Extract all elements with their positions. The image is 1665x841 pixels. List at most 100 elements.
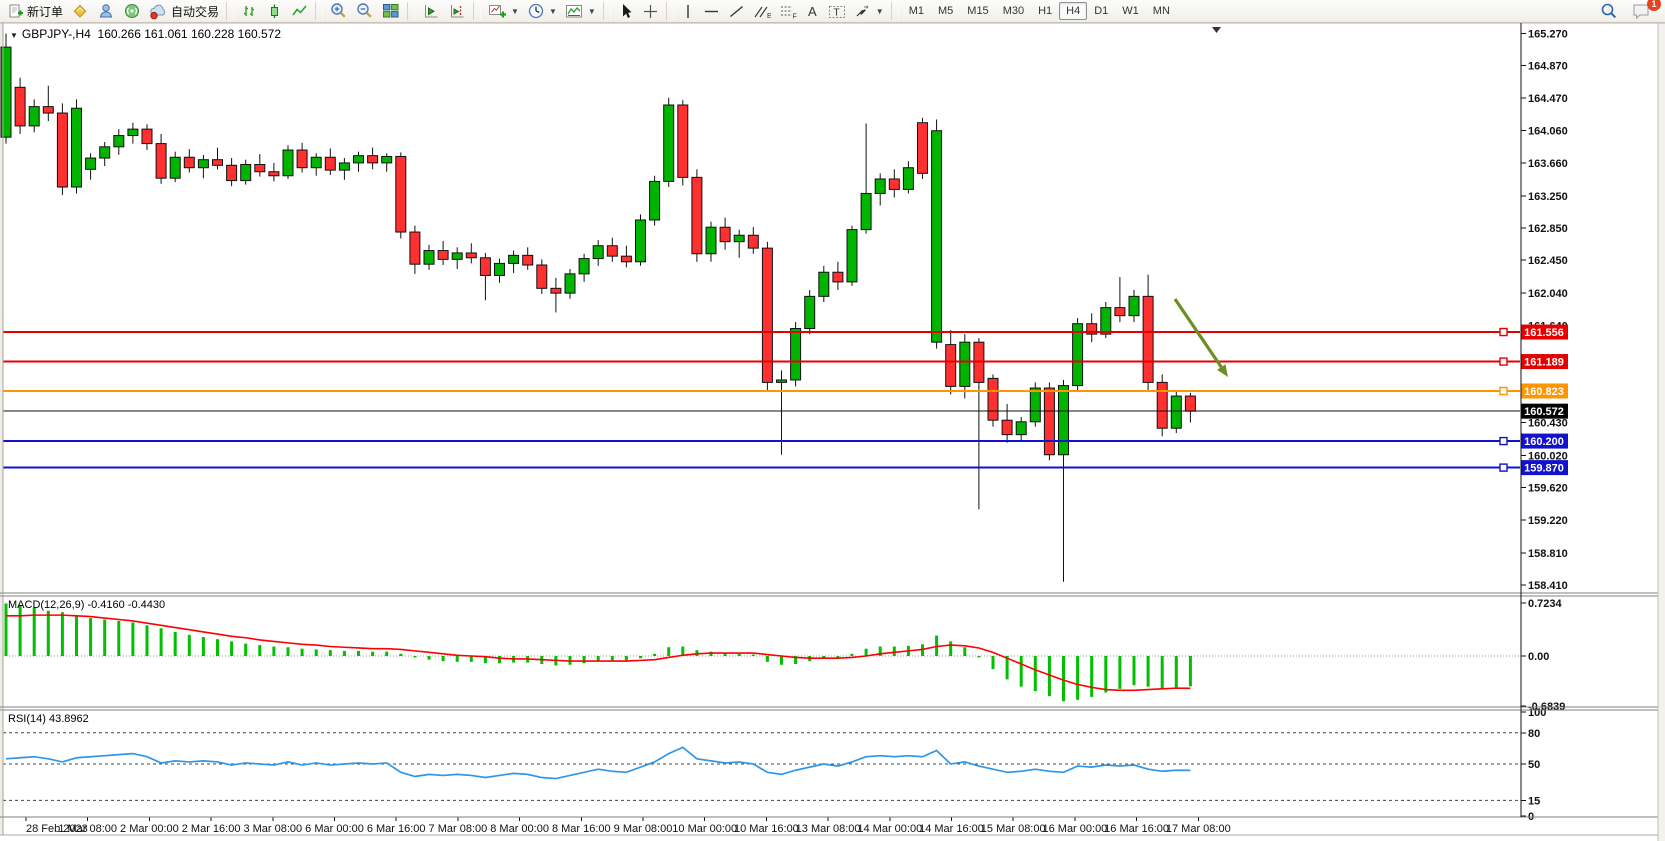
svg-text:50: 50 bbox=[1528, 759, 1540, 771]
arrows-tool[interactable]: ▼ bbox=[850, 1, 888, 21]
timeframe-m30[interactable]: M30 bbox=[996, 2, 1031, 20]
horizontal-line-tool[interactable] bbox=[699, 1, 724, 21]
text-tool[interactable]: A bbox=[801, 1, 824, 21]
svg-text:163.660: 163.660 bbox=[1528, 158, 1568, 170]
chart-title: ▼GBPJPY-,H4 160.266 161.061 160.228 160.… bbox=[10, 27, 281, 41]
timeframe-w1[interactable]: W1 bbox=[1115, 2, 1146, 20]
metaquotes-button[interactable] bbox=[67, 1, 93, 21]
dropdown-caret: ▼ bbox=[511, 7, 519, 16]
chat-button[interactable]: 1 bbox=[1628, 1, 1655, 21]
cursor-tool-button[interactable] bbox=[614, 1, 638, 21]
chart-window[interactable]: 165.270164.870164.470164.060163.660163.2… bbox=[0, 23, 1665, 841]
label-tool[interactable]: T bbox=[824, 1, 850, 21]
auto-trading-button[interactable]: 自动交易 bbox=[145, 1, 223, 21]
auto-scroll-icon bbox=[422, 3, 440, 20]
trendline-icon bbox=[728, 3, 745, 20]
search-icon bbox=[1600, 2, 1618, 20]
svg-text:159.620: 159.620 bbox=[1528, 483, 1568, 495]
new-order-icon bbox=[8, 3, 24, 19]
svg-text:160.572: 160.572 bbox=[1524, 406, 1564, 418]
timeframe-mn[interactable]: MN bbox=[1146, 2, 1177, 20]
svg-text:161.556: 161.556 bbox=[1524, 327, 1564, 339]
svg-text:165.270: 165.270 bbox=[1528, 28, 1568, 40]
tile-windows-button[interactable] bbox=[378, 1, 404, 21]
toolbar-separator bbox=[226, 2, 234, 20]
svg-text:E: E bbox=[767, 13, 771, 20]
new-chart-button[interactable]: ▼ bbox=[484, 1, 523, 21]
auto-trading-label: 自动交易 bbox=[171, 3, 219, 20]
svg-text:16 Mar 00:00: 16 Mar 00:00 bbox=[1042, 823, 1107, 835]
line-chart-type-button[interactable] bbox=[287, 1, 312, 21]
toolbar-separator bbox=[891, 2, 899, 20]
community-button[interactable] bbox=[93, 1, 119, 21]
svg-text:162.850: 162.850 bbox=[1528, 223, 1568, 235]
zoom-in-button[interactable] bbox=[326, 1, 352, 21]
svg-text:162.450: 162.450 bbox=[1528, 255, 1568, 267]
timeframe-m15[interactable]: M15 bbox=[960, 2, 995, 20]
svg-text:1 Mar 08:00: 1 Mar 08:00 bbox=[58, 823, 117, 835]
svg-text:8 Mar 16:00: 8 Mar 16:00 bbox=[552, 823, 611, 835]
horizontal-line-icon bbox=[703, 3, 720, 20]
crosshair-tool-button[interactable] bbox=[638, 1, 663, 21]
svg-text:0.7234: 0.7234 bbox=[1528, 598, 1563, 610]
vertical-line-tool[interactable] bbox=[677, 1, 699, 21]
new-order-button[interactable]: 新订单 bbox=[4, 1, 67, 21]
tile-windows-icon bbox=[382, 2, 400, 20]
new-order-label: 新订单 bbox=[27, 3, 63, 20]
svg-text:158.410: 158.410 bbox=[1528, 580, 1568, 592]
svg-text:160.823: 160.823 bbox=[1524, 386, 1564, 398]
auto-scroll-button[interactable] bbox=[418, 1, 444, 21]
chart-collapse-icon[interactable]: ▼ bbox=[10, 31, 18, 40]
svg-text:162.040: 162.040 bbox=[1528, 288, 1568, 300]
indicators-button[interactable]: ▼ bbox=[561, 1, 600, 21]
auto-trading-icon bbox=[149, 3, 168, 20]
mt4-window: 新订单 自动交易 ▼ ▼ ▼ bbox=[0, 0, 1665, 841]
trendline-tool[interactable] bbox=[724, 1, 749, 21]
new-chart-icon bbox=[488, 3, 507, 20]
timeframe-h4[interactable]: H4 bbox=[1059, 2, 1087, 20]
svg-text:160.430: 160.430 bbox=[1528, 418, 1568, 430]
search-button[interactable] bbox=[1596, 1, 1622, 21]
dropdown-caret: ▼ bbox=[876, 7, 884, 16]
crosshair-icon bbox=[642, 3, 659, 20]
period-button[interactable]: ▼ bbox=[523, 1, 561, 21]
vertical-line-icon bbox=[681, 3, 695, 20]
svg-text:T: T bbox=[833, 7, 839, 18]
signals-button[interactable] bbox=[119, 1, 145, 21]
candles-icon bbox=[266, 3, 283, 20]
svg-text:160.200: 160.200 bbox=[1524, 436, 1564, 448]
chart-shift-button[interactable] bbox=[444, 1, 470, 21]
price-line-label: 159.870 bbox=[1521, 460, 1568, 475]
signal-icon bbox=[123, 2, 141, 20]
svg-text:10 Mar 16:00: 10 Mar 16:00 bbox=[734, 823, 799, 835]
bar-chart-type-button[interactable] bbox=[237, 1, 262, 21]
text-icon: A bbox=[805, 3, 820, 20]
channel-icon: E bbox=[753, 3, 771, 20]
clock-icon bbox=[527, 2, 545, 20]
price-line-label: 160.823 bbox=[1521, 383, 1568, 398]
svg-text:16 Mar 16:00: 16 Mar 16:00 bbox=[1104, 823, 1169, 835]
timeframe-m1[interactable]: M1 bbox=[902, 2, 931, 20]
candlestick-type-button[interactable] bbox=[262, 1, 287, 21]
diamond-icon bbox=[71, 2, 89, 20]
dropdown-caret: ▼ bbox=[549, 7, 557, 16]
svg-text:164.870: 164.870 bbox=[1528, 61, 1568, 73]
svg-text:13 Mar 08:00: 13 Mar 08:00 bbox=[796, 823, 861, 835]
timeframe-m5[interactable]: M5 bbox=[931, 2, 960, 20]
arrows-icon bbox=[854, 3, 872, 20]
svg-text:2 Mar 00:00: 2 Mar 00:00 bbox=[120, 823, 179, 835]
svg-text:F: F bbox=[792, 13, 796, 20]
dropdown-caret: ▼ bbox=[588, 7, 596, 16]
fibonacci-tool[interactable]: F bbox=[775, 1, 801, 21]
toolbar-separator bbox=[407, 2, 415, 20]
chart-canvas[interactable]: 165.270164.870164.470164.060163.660163.2… bbox=[0, 23, 1665, 841]
toolbar-separator bbox=[473, 2, 481, 20]
line-chart-icon bbox=[291, 3, 308, 20]
zoom-out-button[interactable] bbox=[352, 1, 378, 21]
channel-tool[interactable]: E bbox=[749, 1, 775, 21]
timeframe-h1[interactable]: H1 bbox=[1031, 2, 1059, 20]
macd-indicator-label: MACD(12,26,9) -0.4160 -0.4430 bbox=[8, 599, 165, 611]
zoom-out-icon bbox=[356, 2, 374, 20]
timeframe-d1[interactable]: D1 bbox=[1087, 2, 1115, 20]
svg-text:8 Mar 00:00: 8 Mar 00:00 bbox=[490, 823, 549, 835]
